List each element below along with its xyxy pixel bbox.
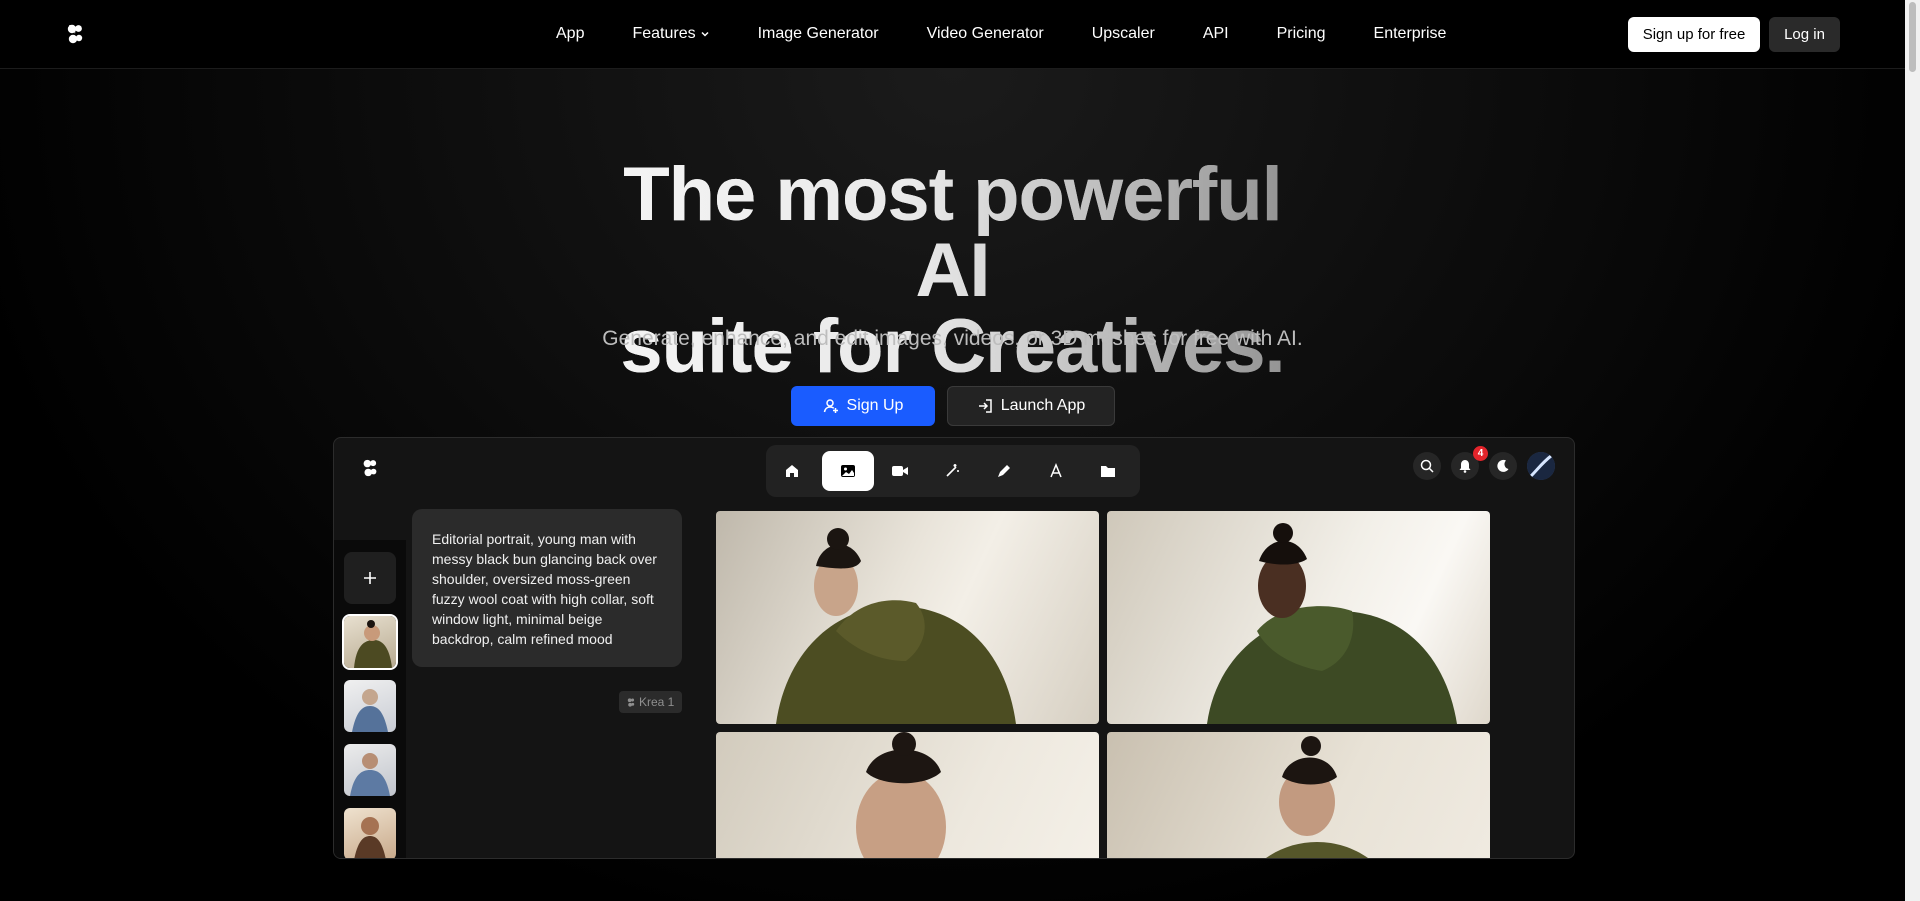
nav-link-api[interactable]: API — [1203, 25, 1229, 43]
launch-app-label: Launch App — [1000, 397, 1086, 414]
portrait-image — [776, 528, 1016, 724]
generated-image[interactable] — [1107, 511, 1490, 724]
thumbnail-image — [354, 817, 386, 858]
notification-badge: 4 — [1473, 446, 1488, 461]
enhance-icon — [946, 464, 959, 477]
nav-link-pricing[interactable]: Pricing — [1277, 25, 1326, 43]
prompt-bubble: Editorial portrait, young man with messy… — [412, 509, 682, 667]
avatar-icon — [1527, 452, 1555, 480]
history-thumbnail[interactable] — [344, 744, 396, 796]
search-icon — [1420, 459, 1434, 473]
edit-icon — [998, 465, 1010, 477]
folder-icon — [1101, 466, 1115, 477]
page-scrollbar[interactable] — [1905, 0, 1920, 901]
generated-image[interactable] — [716, 511, 1099, 724]
portrait-image — [1207, 523, 1457, 724]
krea-mini-logo — [627, 697, 635, 707]
nav-link-image-generator[interactable]: Image Generator — [758, 25, 879, 43]
signup-free-button[interactable]: Sign up for free — [1628, 17, 1760, 52]
history-thumbnail[interactable] — [344, 680, 396, 732]
nav-link-upscaler[interactable]: Upscaler — [1092, 25, 1155, 43]
scrollbar-thumb[interactable] — [1909, 2, 1916, 72]
portrait-image — [856, 732, 946, 858]
app-avatar[interactable] — [1527, 452, 1555, 480]
login-arrow-icon — [978, 399, 992, 413]
hero-subtitle: Generate, enhance, and edit images, vide… — [602, 327, 1303, 350]
login-button[interactable]: Log in — [1769, 17, 1840, 52]
launch-app-button[interactable]: Launch App — [947, 386, 1115, 426]
nav-link-features[interactable]: Features — [632, 25, 709, 43]
generated-image[interactable] — [1107, 732, 1490, 858]
thumbnail-image — [354, 620, 392, 668]
video-icon — [892, 466, 908, 476]
nav-link-app[interactable]: App — [556, 25, 584, 43]
app-logo[interactable] — [362, 458, 378, 478]
image-icon — [841, 465, 855, 477]
hero-section: The most powerful AI suite for Creatives… — [0, 69, 1905, 901]
chevron-down-icon — [701, 31, 709, 37]
nav-links: App Features Image Generator Video Gener… — [556, 0, 1446, 68]
toolbar-enhance[interactable] — [932, 451, 972, 491]
toolbar-image[interactable] — [822, 451, 874, 491]
thumbnail-image — [352, 689, 388, 732]
toolbar-folder[interactable] — [1088, 451, 1128, 491]
nav-link-enterprise[interactable]: Enterprise — [1374, 25, 1447, 43]
plus-icon — [364, 572, 376, 584]
nav-link-features-label: Features — [632, 25, 696, 42]
moon-icon — [1497, 459, 1509, 472]
model-tag-label: Krea 1 — [639, 695, 675, 709]
toolbar-home[interactable] — [772, 451, 812, 491]
generated-image[interactable] — [716, 732, 1099, 858]
krea-logo[interactable] — [66, 24, 84, 44]
history-sidebar — [334, 540, 406, 858]
headline-line-1: The most powerful AI — [623, 152, 1282, 313]
font-icon — [1050, 463, 1062, 478]
user-icon — [823, 399, 838, 413]
app-theme-button[interactable] — [1489, 452, 1517, 480]
history-thumbnail[interactable] — [344, 808, 396, 858]
app-search-button[interactable] — [1413, 452, 1441, 480]
toolbar-video[interactable] — [880, 451, 920, 491]
bell-icon — [1459, 460, 1471, 473]
home-icon — [786, 465, 798, 477]
new-generation-button[interactable] — [344, 552, 396, 604]
hero-signup-label: Sign Up — [846, 397, 904, 414]
toolbar-font[interactable] — [1036, 451, 1076, 491]
nav-link-video-generator[interactable]: Video Generator — [927, 25, 1044, 43]
thumbnail-image — [350, 753, 390, 796]
hero-signup-button[interactable]: Sign Up — [791, 386, 935, 426]
app-toolbar — [766, 445, 1140, 497]
toolbar-edit[interactable] — [984, 451, 1024, 491]
app-preview: 4 Editorial portrait, young man with mes… — [333, 437, 1575, 859]
history-thumbnail[interactable] — [344, 616, 396, 668]
portrait-image — [1266, 736, 1368, 858]
top-nav: App Features Image Generator Video Gener… — [0, 0, 1905, 69]
model-tag: Krea 1 — [619, 691, 683, 713]
